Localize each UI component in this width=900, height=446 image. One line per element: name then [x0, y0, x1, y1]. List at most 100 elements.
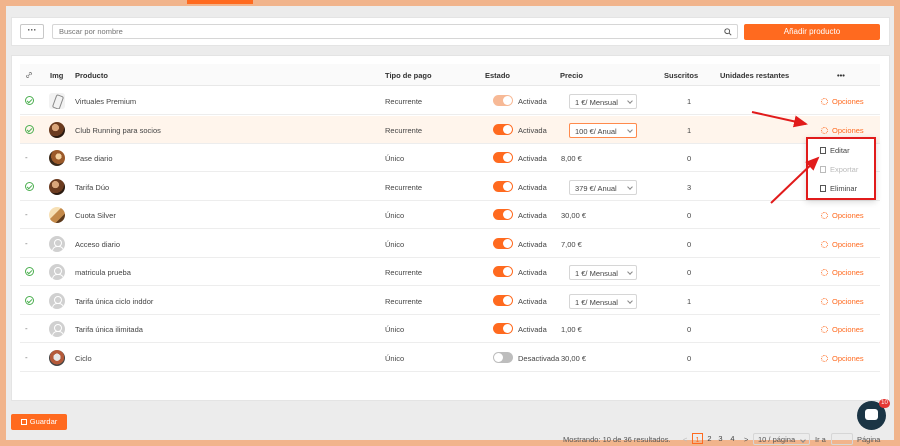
row-options-button[interactable]: Opciones — [821, 297, 864, 306]
row-options-button[interactable]: Opciones — [821, 354, 864, 363]
price-select[interactable]: 379 €/ Anual — [569, 179, 637, 195]
per-page-value: 10 / página — [758, 435, 796, 444]
pagination-next-button[interactable]: > — [744, 435, 748, 444]
row-options-button[interactable]: Opciones — [821, 325, 864, 334]
payment-type: Recurrente — [385, 125, 423, 135]
payment-type: Recurrente — [385, 182, 423, 192]
chevron-down-icon — [627, 297, 633, 304]
state-toggle[interactable] — [493, 95, 513, 106]
state-label: Activada — [518, 325, 547, 334]
product-thumbnail — [49, 207, 65, 223]
row-options-label: Opciones — [832, 296, 864, 306]
search-field[interactable] — [52, 24, 738, 39]
price-value: 1 €/ Mensual — [575, 297, 618, 307]
pagination-page-2[interactable]: 2 — [704, 433, 715, 444]
table-header: Img Producto Tipo de pago Estado Precio … — [20, 64, 880, 86]
header-price[interactable]: Precio — [560, 71, 583, 80]
price-value: 8,00 € — [561, 154, 582, 163]
table-row: Tarifa Dúo Recurrente Activada 379 €/ Anual… — [20, 173, 880, 201]
price-value: 1,00 € — [561, 325, 582, 334]
header-remaining-units[interactable]: Unidades restantes — [720, 71, 789, 80]
subscribed-count: 0 — [687, 268, 692, 277]
more-actions-button[interactable]: ··· — [20, 24, 44, 39]
per-page-select[interactable]: 10 / página — [753, 433, 810, 445]
pagination-page-1[interactable]: 1 — [692, 433, 703, 444]
product-name: Pase diario — [75, 154, 113, 163]
chevron-down-icon — [627, 183, 633, 190]
trash-icon — [820, 185, 826, 192]
pagination-prev-button[interactable]: < — [683, 435, 687, 444]
price-select[interactable]: 1 €/ Mensual — [569, 265, 637, 280]
search-icon[interactable] — [724, 28, 732, 36]
table-row: - Cuota Silver Único Activada 30,00 € 0 Opcion… — [20, 201, 880, 229]
not-linked-dash-icon: - — [25, 238, 28, 248]
linked-check-icon — [25, 124, 34, 134]
product-name: Tarifa única ilimitada — [75, 325, 143, 334]
row-options-button[interactable]: Opciones — [821, 211, 864, 220]
linked-check-icon — [25, 295, 34, 305]
state-toggle[interactable] — [493, 351, 513, 363]
state-toggle[interactable] — [493, 152, 513, 163]
state-toggle[interactable] — [493, 294, 513, 306]
chat-launcher-button[interactable]: 10 — [857, 399, 890, 430]
menu-item-delete[interactable]: Eliminar — [820, 184, 857, 193]
chevron-down-icon — [627, 98, 633, 104]
state-toggle[interactable] — [493, 209, 513, 220]
state-toggle[interactable] — [493, 323, 513, 334]
subscribed-count: 3 — [687, 182, 692, 192]
state-toggle[interactable] — [493, 123, 513, 135]
payment-type: Recurrente — [385, 97, 423, 106]
not-linked-dash-icon: - — [25, 324, 28, 333]
pagination-page-4[interactable]: 4 — [727, 433, 738, 444]
price-value: 30,00 € — [561, 353, 587, 363]
not-linked-dash-icon: - — [25, 352, 28, 362]
menu-item-delete-label: Eliminar — [830, 184, 858, 193]
product-name: Acceso diario — [75, 239, 121, 249]
table-row: - Tarifa única ilimitada Único Activada 1,00… — [20, 315, 880, 343]
product-name: Cuota Silver — [75, 211, 116, 220]
menu-item-edit[interactable]: Editar — [820, 146, 850, 155]
state-toggle[interactable] — [493, 237, 513, 249]
header-state[interactable]: Estado — [485, 71, 510, 80]
state-label: Activada — [518, 296, 547, 306]
product-name: Tarifa única ciclo inddor — [75, 296, 154, 306]
payment-type: Único — [385, 325, 405, 334]
subscribed-count: 0 — [687, 154, 692, 163]
product-thumbnail — [49, 150, 65, 166]
state-toggle[interactable] — [493, 266, 513, 277]
goto-page-input[interactable] — [831, 433, 853, 445]
price-value: 1 €/ Mensual — [575, 269, 618, 278]
header-subscribed[interactable]: Suscritos — [664, 71, 698, 80]
add-product-button[interactable]: Añadir producto — [744, 24, 880, 40]
active-top-tab-indicator — [187, 0, 253, 4]
pagination-page-3[interactable]: 3 — [715, 433, 726, 444]
state-label: Activada — [518, 268, 547, 277]
chevron-down-icon — [627, 269, 633, 275]
header-column-settings-button[interactable]: ••• — [837, 71, 845, 80]
header-payment-type[interactable]: Tipo de pago — [385, 71, 432, 80]
options-dropdown-menu: Editar Exportar Eliminar — [806, 137, 876, 200]
row-options-button[interactable]: Opciones — [821, 97, 864, 106]
linked-check-icon — [25, 181, 34, 191]
price-select[interactable]: 1 €/ Mensual — [569, 94, 637, 109]
linked-check-icon — [25, 267, 34, 276]
save-button-label: Guardar — [29, 417, 58, 426]
product-name: Club Running para socios — [75, 125, 161, 135]
product-name: Tarifa Dúo — [75, 182, 110, 192]
search-input[interactable] — [53, 25, 737, 38]
price-select[interactable]: 100 €/ Anual — [569, 122, 637, 138]
row-options-button[interactable]: Opciones — [821, 240, 864, 249]
save-icon — [20, 419, 27, 425]
price-select[interactable]: 1 €/ Mensual — [569, 293, 637, 309]
menu-item-edit-label: Editar — [830, 146, 850, 155]
state-toggle[interactable] — [493, 180, 513, 192]
row-options-label: Opciones — [832, 97, 864, 106]
row-options-button[interactable]: Opciones — [821, 126, 864, 135]
row-options-button[interactable]: Opciones — [821, 268, 864, 277]
goto-label: Ir a — [815, 435, 826, 444]
product-thumbnail — [49, 264, 65, 280]
not-linked-dash-icon: - — [25, 210, 28, 219]
edit-icon — [820, 147, 826, 154]
save-button[interactable]: Guardar — [11, 414, 67, 430]
header-product[interactable]: Producto — [75, 71, 108, 80]
